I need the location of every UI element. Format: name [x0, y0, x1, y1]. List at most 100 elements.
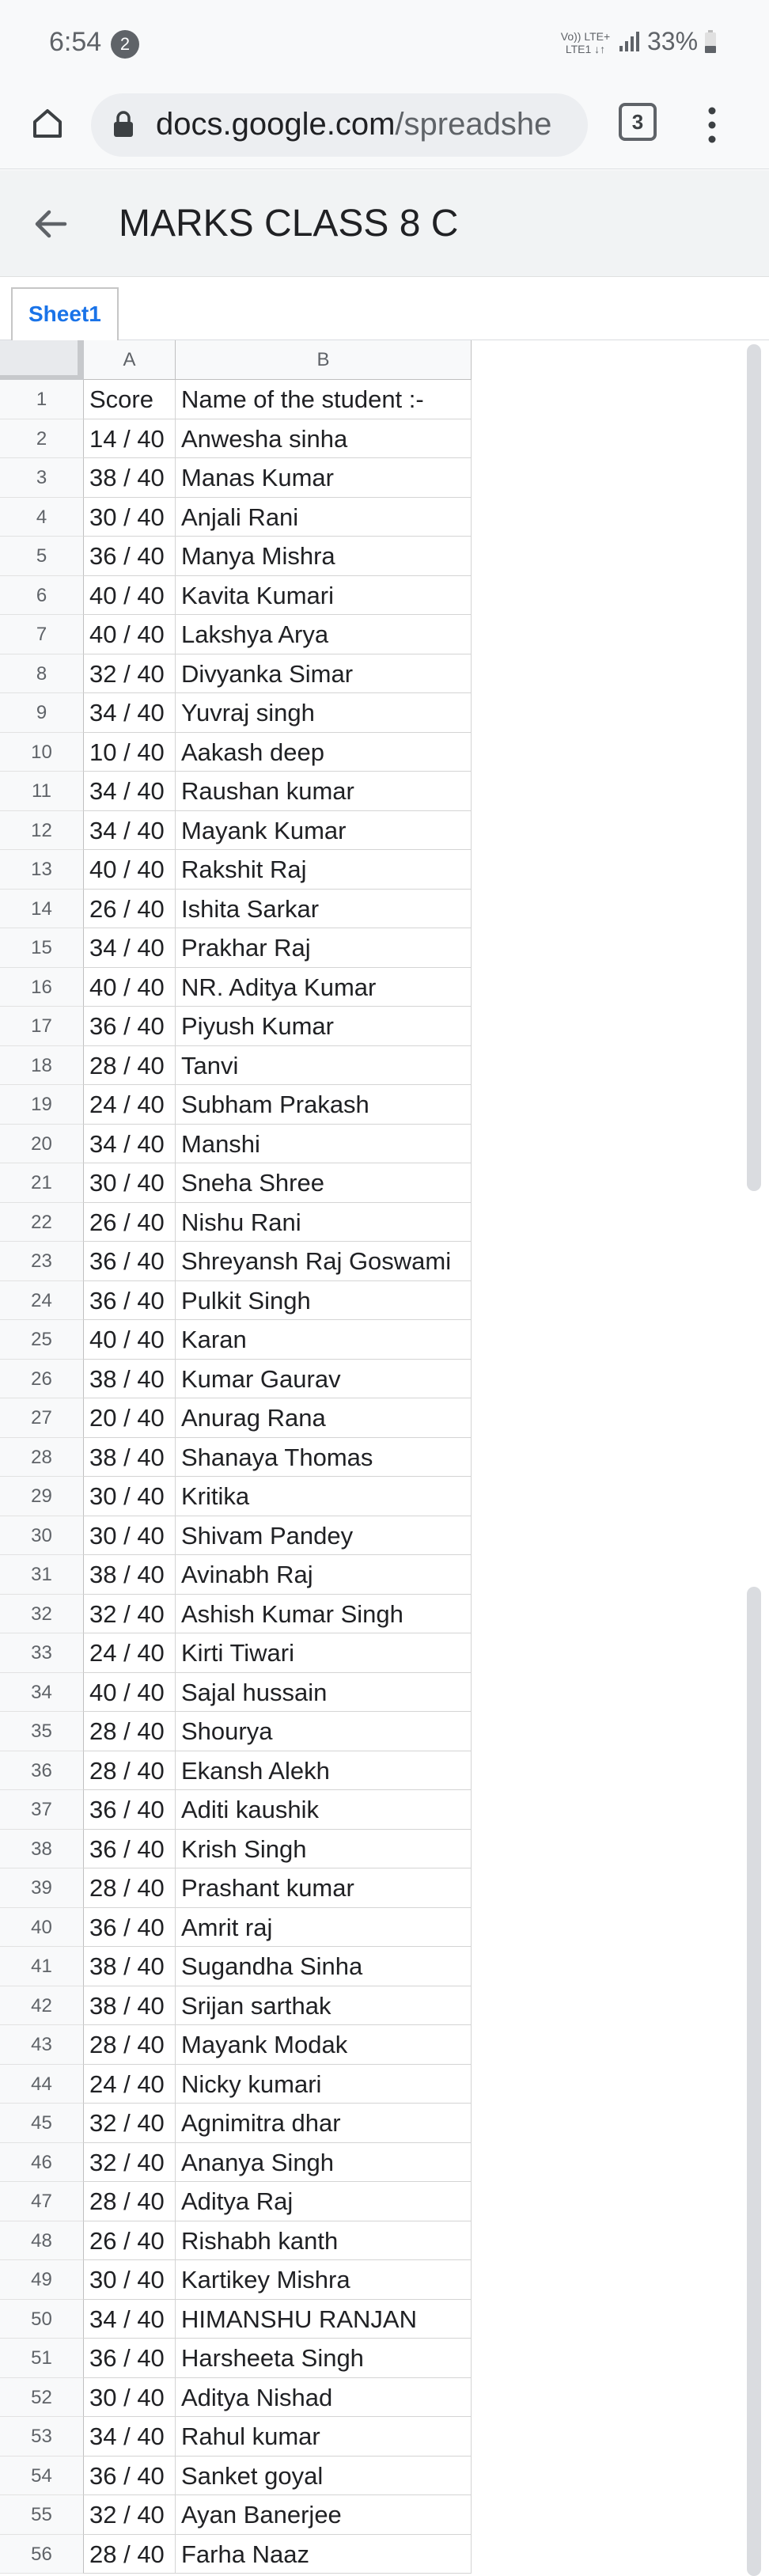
cell-score[interactable]: 40 / 40: [84, 615, 176, 654]
cell-student-name[interactable]: Manya Mishra: [176, 537, 472, 576]
row-header[interactable]: 5: [0, 537, 84, 576]
cell-score[interactable]: 40 / 40: [84, 967, 176, 1007]
cell-student-name[interactable]: Kavita Kumari: [176, 575, 472, 615]
cell-score[interactable]: 40 / 40: [84, 575, 176, 615]
cell-student-name[interactable]: Kumar Gaurav: [176, 1359, 472, 1398]
cell-student-name[interactable]: Prashant kumar: [176, 1868, 472, 1908]
row-header[interactable]: 50: [0, 2299, 84, 2339]
row-header[interactable]: 54: [0, 2456, 84, 2495]
cell-score[interactable]: 28 / 40: [84, 2182, 176, 2221]
row-header[interactable]: 23: [0, 1242, 84, 1281]
row-header[interactable]: 36: [0, 1751, 84, 1790]
select-all-corner[interactable]: [0, 340, 84, 380]
cell-score[interactable]: 38 / 40: [84, 1555, 176, 1595]
cell-student-name[interactable]: Subham Prakash: [176, 1085, 472, 1125]
cell-student-name[interactable]: Manas Kumar: [176, 458, 472, 498]
row-header[interactable]: 27: [0, 1398, 84, 1438]
cell-student-name[interactable]: Pulkit Singh: [176, 1280, 472, 1320]
cell-score[interactable]: 34 / 40: [84, 810, 176, 850]
row-header[interactable]: 51: [0, 2339, 84, 2378]
cell-score[interactable]: 34 / 40: [84, 693, 176, 733]
row-header[interactable]: 12: [0, 810, 84, 850]
cell-student-name[interactable]: Farha Naaz: [176, 2534, 472, 2574]
row-header[interactable]: 20: [0, 1124, 84, 1163]
cell-student-name[interactable]: Anwesha sinha: [176, 419, 472, 458]
row-header[interactable]: 7: [0, 615, 84, 654]
more-vert-icon[interactable]: [696, 101, 728, 149]
cell-score[interactable]: 38 / 40: [84, 1437, 176, 1477]
cell-student-name[interactable]: NR. Aditya Kumar: [176, 967, 472, 1007]
row-header[interactable]: 21: [0, 1163, 84, 1203]
cell-score[interactable]: 28 / 40: [84, 1868, 176, 1908]
cell-student-name[interactable]: Aditi kaushik: [176, 1790, 472, 1830]
cell-score[interactable]: 32 / 40: [84, 1594, 176, 1633]
cell-score[interactable]: 32 / 40: [84, 2495, 176, 2535]
cell-student-name[interactable]: Rishabh kanth: [176, 2221, 472, 2260]
cell-score[interactable]: 36 / 40: [84, 1790, 176, 1830]
row-header[interactable]: 13: [0, 850, 84, 890]
cell-score[interactable]: 28 / 40: [84, 1751, 176, 1790]
cell-student-name[interactable]: Divyanka Simar: [176, 654, 472, 693]
cell-student-name[interactable]: Prakhar Raj: [176, 928, 472, 968]
row-header[interactable]: 16: [0, 967, 84, 1007]
row-header[interactable]: 48: [0, 2221, 84, 2260]
cell-score[interactable]: Score: [84, 380, 176, 419]
cell-student-name[interactable]: Piyush Kumar: [176, 1007, 472, 1046]
cell-score[interactable]: 36 / 40: [84, 2456, 176, 2495]
row-header[interactable]: 52: [0, 2377, 84, 2417]
cell-score[interactable]: 30 / 40: [84, 1477, 176, 1516]
row-header[interactable]: 3: [0, 458, 84, 498]
cell-score[interactable]: 36 / 40: [84, 1242, 176, 1281]
cell-student-name[interactable]: Kartikey Mishra: [176, 2260, 472, 2300]
cell-score[interactable]: 32 / 40: [84, 2104, 176, 2143]
cell-score[interactable]: 30 / 40: [84, 2260, 176, 2300]
tab-sheet1[interactable]: Sheet1: [11, 287, 119, 340]
cell-student-name[interactable]: Avinabh Raj: [176, 1555, 472, 1595]
cell-score[interactable]: 10 / 40: [84, 732, 176, 772]
cell-student-name[interactable]: Mayank Modak: [176, 2025, 472, 2065]
cell-student-name[interactable]: Harsheeta Singh: [176, 2339, 472, 2378]
row-header[interactable]: 2: [0, 419, 84, 458]
tab-switcher-button[interactable]: 3: [619, 103, 657, 141]
scrollbar-thumb[interactable]: [747, 1587, 761, 2576]
row-header[interactable]: 30: [0, 1516, 84, 1555]
row-header[interactable]: 35: [0, 1712, 84, 1751]
row-header[interactable]: 22: [0, 1202, 84, 1242]
row-header[interactable]: 42: [0, 1986, 84, 2025]
cell-score[interactable]: 36 / 40: [84, 1829, 176, 1868]
cell-student-name[interactable]: Amrit raj: [176, 1907, 472, 1947]
cell-score[interactable]: 20 / 40: [84, 1398, 176, 1438]
row-header[interactable]: 32: [0, 1594, 84, 1633]
arrow-back-icon[interactable]: [30, 203, 71, 245]
cell-score[interactable]: 24 / 40: [84, 1633, 176, 1673]
cell-score[interactable]: 26 / 40: [84, 2221, 176, 2260]
cell-student-name[interactable]: Nicky kumari: [176, 2064, 472, 2104]
row-header[interactable]: 40: [0, 1907, 84, 1947]
cell-score[interactable]: 36 / 40: [84, 537, 176, 576]
cell-student-name[interactable]: Karan: [176, 1320, 472, 1360]
row-header[interactable]: 56: [0, 2534, 84, 2574]
cell-score[interactable]: 38 / 40: [84, 458, 176, 498]
cell-student-name[interactable]: Ekansh Alekh: [176, 1751, 472, 1790]
cell-score[interactable]: 32 / 40: [84, 2142, 176, 2182]
row-header[interactable]: 10: [0, 732, 84, 772]
cell-student-name[interactable]: Manshi: [176, 1124, 472, 1163]
cell-score[interactable]: 28 / 40: [84, 1712, 176, 1751]
row-header[interactable]: 1: [0, 380, 84, 419]
row-header[interactable]: 53: [0, 2417, 84, 2456]
cell-student-name[interactable]: Nishu Rani: [176, 1202, 472, 1242]
cell-student-name[interactable]: Agnimitra dhar: [176, 2104, 472, 2143]
cell-student-name[interactable]: Kirti Tiwari: [176, 1633, 472, 1673]
cell-score[interactable]: 28 / 40: [84, 1045, 176, 1085]
cell-score[interactable]: 30 / 40: [84, 2377, 176, 2417]
row-header[interactable]: 4: [0, 497, 84, 537]
home-button[interactable]: [24, 100, 71, 147]
cell-score[interactable]: 38 / 40: [84, 1986, 176, 2025]
row-header[interactable]: 37: [0, 1790, 84, 1830]
cell-student-name[interactable]: Tanvi: [176, 1045, 472, 1085]
cell-score[interactable]: 34 / 40: [84, 2299, 176, 2339]
cell-student-name[interactable]: Shourya: [176, 1712, 472, 1751]
cell-student-name[interactable]: Sajal hussain: [176, 1672, 472, 1712]
cell-score[interactable]: 36 / 40: [84, 1280, 176, 1320]
cell-student-name[interactable]: Shreyansh Raj Goswami: [176, 1242, 472, 1281]
